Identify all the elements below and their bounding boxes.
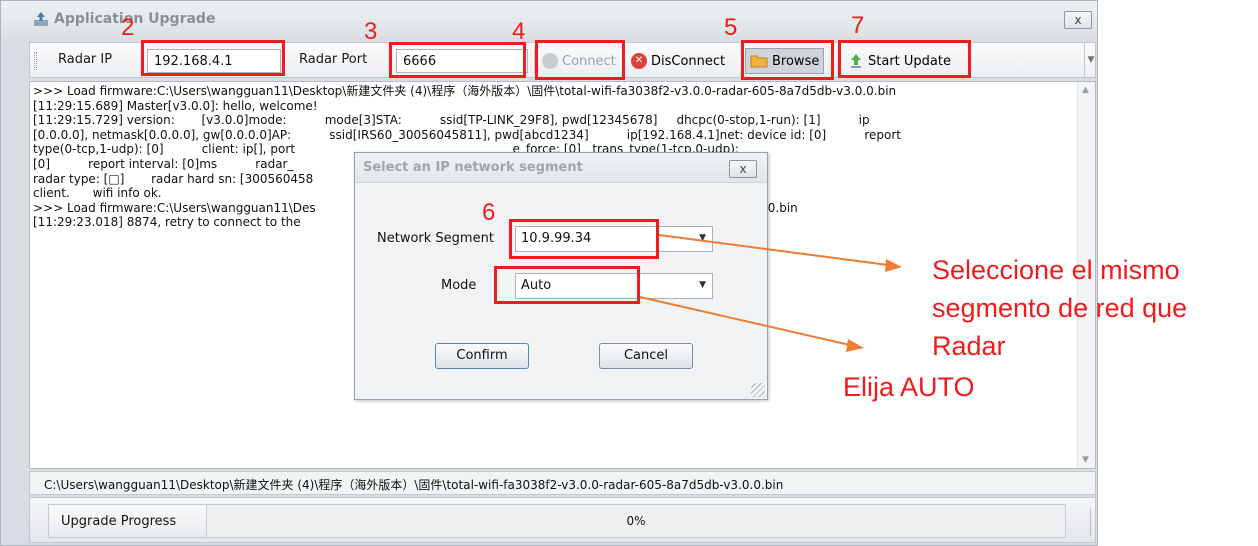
arrow-head-segment	[885, 259, 902, 272]
note-segment-line-1: Seleccione el mismo	[932, 255, 1180, 285]
note-segment: Seleccione el mismo segmento de red que …	[932, 251, 1187, 365]
arrow-head-mode	[846, 339, 864, 352]
note-segment-line-2: segmento de red que	[932, 293, 1188, 323]
arrow-segment-note	[658, 234, 889, 266]
note-mode: Elija AUTO	[843, 372, 975, 402]
arrow-mode-note	[639, 296, 851, 346]
note-segment-line-3: Radar	[932, 331, 1006, 361]
